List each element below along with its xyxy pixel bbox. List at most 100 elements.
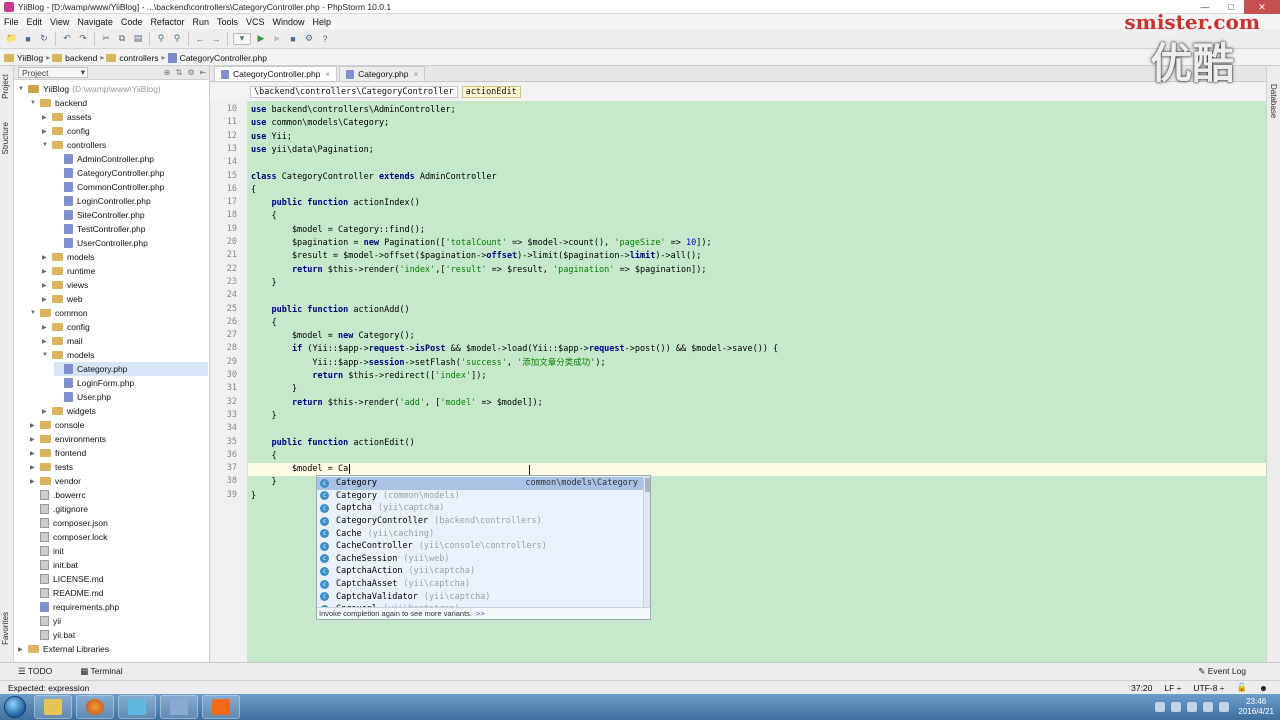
tree-item[interactable]: init.bat [30, 558, 208, 572]
menu-run[interactable]: Run [192, 17, 209, 27]
collapse-arrow-icon[interactable]: ▶ [42, 254, 52, 261]
tree-item[interactable]: CategoryController.php [54, 166, 208, 180]
tree-item[interactable]: ▶ runtime [42, 264, 208, 278]
completion-item[interactable]: c CaptchaAsset (yii\captcha) [317, 578, 644, 591]
tree-item[interactable]: ▶ web [42, 292, 208, 306]
code-line[interactable]: use common\models\Category; [251, 117, 389, 130]
inspector-icon[interactable]: ☻ [1259, 683, 1268, 693]
code-line[interactable]: public function actionEdit() [251, 437, 414, 450]
code-line[interactable]: $model = new Category(); [251, 330, 415, 343]
tree-item[interactable]: yii [30, 614, 208, 628]
completion-scrollbar[interactable] [643, 476, 650, 609]
expand-arrow-icon[interactable]: ▼ [30, 310, 40, 316]
tray-icon[interactable] [1187, 702, 1198, 712]
close-tab-icon[interactable]: × [414, 70, 419, 79]
collapse-all-icon[interactable]: ⇅ [173, 68, 185, 77]
close-button[interactable]: ✕ [1244, 0, 1280, 14]
taskbar-network[interactable] [160, 695, 198, 719]
tool-tab-favorites[interactable]: Favorites [1, 612, 10, 645]
find-icon[interactable]: ⚲ [155, 33, 167, 45]
breadcrumb-method[interactable]: actionEdit [461, 86, 521, 98]
close-tab-icon[interactable]: × [325, 70, 330, 79]
debug-icon[interactable]: ▹ [271, 33, 283, 45]
code-line[interactable]: Yii::$app->session->setFlash('success', … [251, 357, 605, 370]
code-line[interactable]: public function actionIndex() [251, 197, 419, 210]
tree-item[interactable]: LICENSE.md [30, 572, 208, 586]
code-line[interactable]: { [251, 450, 276, 463]
code-line[interactable]: } [251, 490, 256, 503]
todo-tab[interactable]: ☰ TODO [18, 666, 66, 677]
tree-item[interactable]: ▶ console [30, 418, 208, 432]
code-line[interactable]: { [251, 210, 276, 223]
help-icon[interactable]: ? [319, 33, 331, 45]
tree-item[interactable]: ▶ environments [30, 432, 208, 446]
menu-window[interactable]: Window [273, 17, 305, 27]
sync-icon[interactable]: ↻ [38, 33, 50, 45]
tree-item[interactable]: composer.json [30, 516, 208, 530]
code-line[interactable]: } [251, 383, 297, 396]
code-line[interactable]: if (Yii::$app->request->isPost && $model… [251, 343, 778, 356]
collapse-arrow-icon[interactable]: ▶ [30, 464, 40, 471]
tree-item[interactable]: ▼ controllers [42, 138, 208, 152]
tree-item[interactable]: ▶ frontend [30, 446, 208, 460]
hide-panel-icon[interactable]: ⇤ [197, 68, 209, 77]
back-icon[interactable]: ← [194, 33, 206, 45]
completion-item[interactable]: c Category (common\models) [317, 490, 644, 503]
code-line[interactable]: { [251, 184, 256, 197]
code-line[interactable]: } [251, 277, 276, 290]
tree-item[interactable]: Category.php [54, 362, 208, 376]
tree-item[interactable]: yii.bat [30, 628, 208, 642]
tree-item[interactable]: ▶ config [42, 124, 208, 138]
volume-icon[interactable] [1219, 702, 1230, 712]
tree-item[interactable]: ▶ mail [42, 334, 208, 348]
tree-item[interactable]: .bowerrc [30, 488, 208, 502]
terminal-tab[interactable]: ▦ Terminal [80, 666, 136, 677]
collapse-arrow-icon[interactable]: ▶ [30, 422, 40, 429]
tree-item[interactable]: AdminController.php [54, 152, 208, 166]
tray-icon[interactable] [1203, 702, 1214, 712]
tray-icon[interactable] [1155, 702, 1166, 712]
tree-item[interactable]: ▼ common [30, 306, 208, 320]
caret-position[interactable]: 37:20 [1131, 683, 1152, 693]
tree-item[interactable]: TestController.php [54, 222, 208, 236]
completion-item[interactable]: c Cache (yii\caching) [317, 527, 644, 540]
tree-item[interactable]: ▶ tests [30, 460, 208, 474]
code-line[interactable]: return $this->redirect(['index']); [251, 370, 486, 383]
scroll-from-source-icon[interactable]: ⊕ [161, 68, 173, 77]
tree-item[interactable]: CommonController.php [54, 180, 208, 194]
run-config-dropdown[interactable]: ▾ [233, 32, 251, 45]
completion-item[interactable]: c CategoryController (backend\controllers) [317, 515, 644, 528]
tree-item[interactable]: SiteController.php [54, 208, 208, 222]
menu-file[interactable]: File [4, 17, 19, 27]
collapse-arrow-icon[interactable]: ▶ [42, 324, 52, 331]
taskbar-app[interactable] [118, 695, 156, 719]
expand-arrow-icon[interactable]: ▼ [30, 100, 40, 106]
collapse-arrow-icon[interactable]: ▶ [42, 282, 52, 289]
collapse-arrow-icon[interactable]: ▶ [42, 338, 52, 345]
code-line[interactable]: return $this->render('index',['result' =… [251, 264, 707, 277]
collapse-arrow-icon[interactable]: ▶ [30, 436, 40, 443]
clock[interactable]: 23:46 2016/4/21 [1238, 697, 1274, 717]
taskbar-phpstorm[interactable] [202, 695, 240, 719]
collapse-arrow-icon[interactable]: ▶ [42, 268, 52, 275]
expand-arrow-icon[interactable]: ▼ [42, 352, 52, 358]
tool-tab-project[interactable]: Project [1, 74, 10, 99]
replace-icon[interactable]: ⚲ [171, 33, 183, 45]
tree-item[interactable]: ▼ YiiBlog (D:\wamp\www\YiiBlog) [18, 82, 208, 96]
paste-icon[interactable]: ▤ [132, 33, 144, 45]
completion-item[interactable]: c CacheController (yii\console\controllers… [317, 540, 644, 553]
menu-view[interactable]: View [50, 17, 69, 27]
taskbar-firefox[interactable] [76, 695, 114, 719]
tree-item[interactable]: ▼ backend [30, 96, 208, 110]
more-variants-link[interactable]: >> [476, 609, 485, 618]
copy-icon[interactable]: ⧉ [116, 33, 128, 45]
tree-item[interactable]: README.md [30, 586, 208, 600]
collapse-arrow-icon[interactable]: ▶ [42, 114, 52, 121]
crumb-controllers[interactable]: controllers ▸ [106, 53, 166, 63]
stop-icon[interactable]: ■ [287, 33, 299, 45]
code-line[interactable]: use yii\data\Pagination; [251, 144, 374, 157]
code-line[interactable]: public function actionAdd() [251, 304, 409, 317]
menu-code[interactable]: Code [121, 17, 143, 27]
save-icon[interactable]: ■ [22, 33, 34, 45]
tree-item[interactable]: User.php [54, 390, 208, 404]
